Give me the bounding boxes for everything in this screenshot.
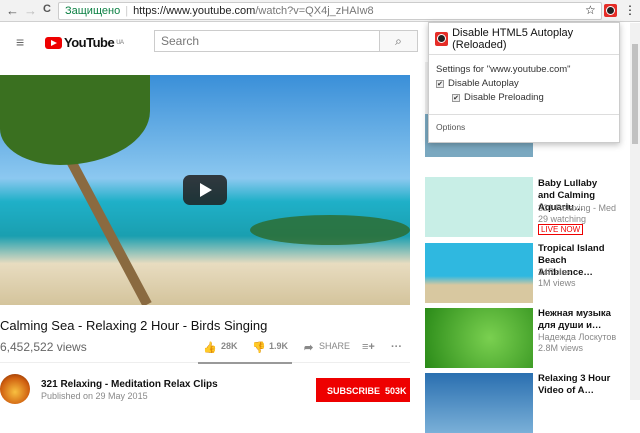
related-thumbnail[interactable] (425, 243, 533, 303)
related-channel: 321 Relaxing - Meditation (538, 203, 616, 213)
youtube-logo[interactable]: YouTube UA (45, 35, 124, 50)
related-title[interactable]: Relaxing 3 Hour Video of A… (538, 373, 616, 397)
secure-label: Защищено (65, 5, 121, 17)
url-host: https://www.youtube.com (133, 5, 256, 17)
reload-button[interactable]: C (43, 3, 51, 15)
chrome-menu-icon[interactable]: ⋮ (624, 3, 636, 17)
search-button[interactable]: ⌕ (379, 30, 418, 52)
checkbox-checked-icon: ✔ (436, 79, 444, 88)
view-count: 6,452,522 views (0, 340, 87, 354)
share-button[interactable]: SHARE (319, 341, 350, 351)
share-icon[interactable]: ➦ (304, 341, 313, 354)
dislike-count[interactable]: 1.9K (269, 341, 288, 351)
dislike-icon[interactable]: 👎 (252, 341, 266, 354)
address-bar[interactable]: Защищено | https://www.youtube.com/watch?v… (58, 2, 602, 20)
live-badge: LIVE NOW (538, 224, 584, 235)
related-meta: 1M views (538, 278, 576, 288)
hamburger-menu-icon[interactable]: ≡ (16, 34, 24, 50)
scrollbar-thumb[interactable] (632, 44, 638, 144)
search-icon: ⌕ (395, 34, 402, 48)
related-channel: 24Relax (538, 267, 572, 277)
related-thumbnail[interactable] (425, 308, 533, 368)
like-count[interactable]: 28K (221, 341, 238, 351)
related-title[interactable]: Нежная музыка для души и… (538, 308, 616, 332)
extension-icon[interactable] (604, 4, 617, 17)
checkbox-checked-icon: ✔ (452, 93, 460, 102)
related-thumbnail[interactable] (425, 373, 533, 433)
disable-preloading-checkbox[interactable]: ✔ Disable Preloading (452, 92, 612, 103)
subscriber-count: 503K (385, 386, 407, 396)
related-thumbnail[interactable] (425, 177, 533, 237)
bookmark-star-icon[interactable]: ☆ (585, 3, 596, 17)
related-meta: 2.8M views (538, 343, 584, 353)
subscribe-button[interactable]: SUBSCRIBE 503K (316, 378, 410, 402)
settings-label: Settings for "www.youtube.com" (436, 64, 571, 75)
forward-button[interactable]: → (24, 3, 37, 18)
like-ratio-bar (198, 362, 292, 364)
related-channel: Надежда Лоскутова (538, 332, 616, 342)
options-link[interactable]: Options (429, 115, 619, 139)
add-to-playlist-icon[interactable]: ≡+ (362, 341, 375, 353)
like-icon[interactable]: 👍 (203, 341, 217, 354)
related-meta: 29 watching (538, 214, 587, 224)
play-button[interactable] (183, 175, 227, 205)
video-title: Calming Sea - Relaxing 2 Hour - Birds Si… (0, 318, 268, 333)
channel-name[interactable]: 321 Relaxing - Meditation Relax Clips (41, 379, 218, 390)
more-actions-icon[interactable]: ··· (391, 341, 402, 353)
back-button[interactable]: ← (6, 3, 19, 18)
url-path: /watch?v=QX4j_zHAIw8 (255, 5, 374, 17)
disable-autoplay-checkbox[interactable]: ✔ Disable Autoplay (436, 78, 612, 89)
extension-popup: Disable HTML5 Autoplay (Reloaded) Settin… (428, 22, 620, 143)
search-input[interactable]: Search (154, 30, 380, 52)
extension-logo-icon (435, 31, 449, 46)
popup-title: Disable HTML5 Autoplay (Reloaded) (452, 26, 574, 51)
